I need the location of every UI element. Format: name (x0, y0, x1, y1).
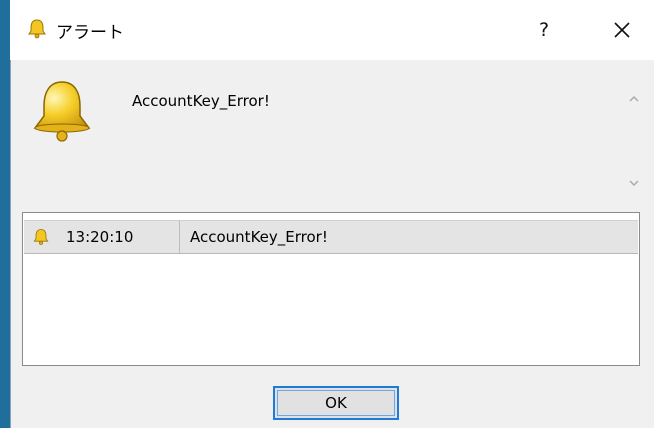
window-title: アラート (56, 23, 124, 43)
table-row[interactable]: 13:20:10 AccountKey_Error! (24, 220, 638, 254)
focus-ring (277, 390, 395, 416)
time-cell: 13:20:10 (24, 221, 180, 253)
bell-icon (33, 229, 49, 245)
ok-button[interactable]: OK (273, 386, 399, 420)
alert-bell-icon (33, 81, 91, 142)
alert-log-list[interactable]: 13:20:10 AccountKey_Error! (22, 212, 640, 366)
close-button[interactable] (600, 10, 644, 50)
message-scrollbar[interactable] (624, 80, 644, 196)
alert-message: AccountKey_Error! (132, 92, 270, 110)
chevron-down-icon[interactable] (627, 176, 641, 190)
help-button[interactable]: ? (522, 10, 566, 50)
alert-dialog: アラート ? AccountKey_Error! 13:20:10 Accoun… (10, 0, 654, 428)
title-bar[interactable]: アラート ? (10, 0, 654, 60)
bell-icon (28, 19, 46, 39)
close-icon (614, 22, 630, 38)
log-message: AccountKey_Error! (190, 228, 328, 246)
log-time: 13:20:10 (66, 228, 134, 246)
chevron-up-icon[interactable] (627, 92, 641, 106)
